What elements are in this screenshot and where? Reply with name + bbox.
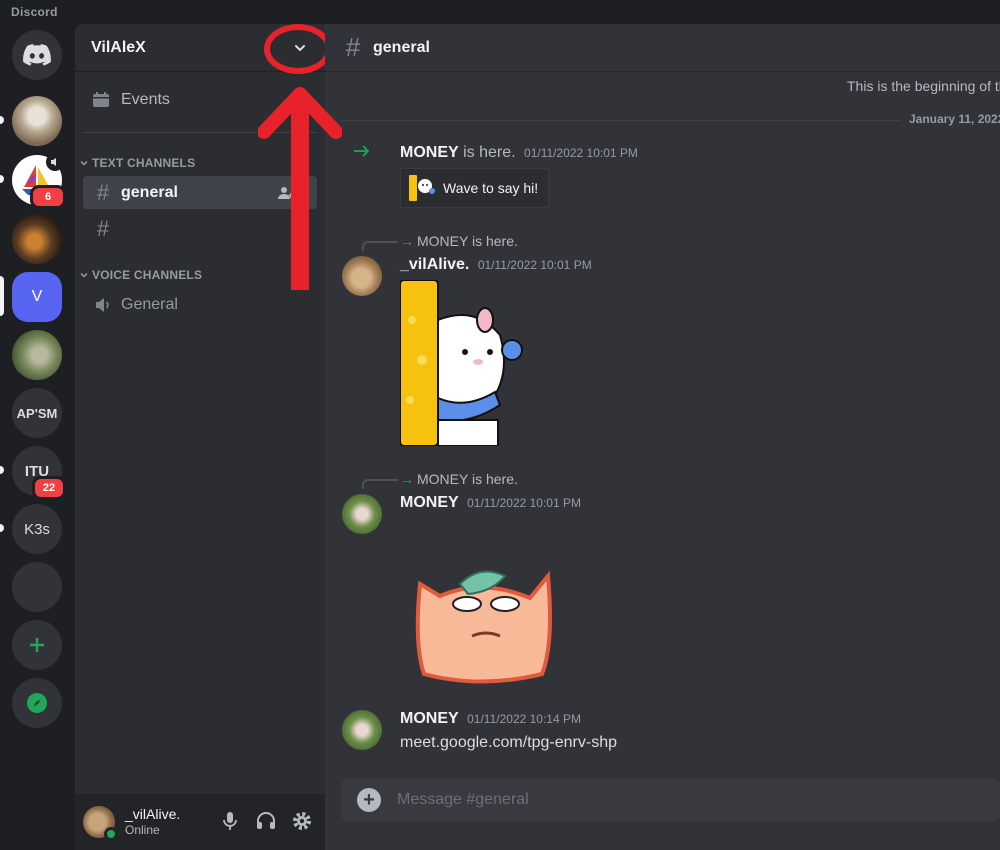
server-icon-itu[interactable]: ITU 22 [12,446,66,500]
server-icon-vilalex[interactable]: V [12,272,62,322]
server-rail: 6 V AP'SM ITU 22 K3s [0,24,75,850]
timestamp: 01/11/2022 10:14 PM [467,712,581,726]
chevron-down-icon [80,160,88,166]
timestamp: 01/11/2022 10:01 PM [524,146,638,160]
unread-pill [0,175,4,183]
category-text-channels[interactable]: TEXT CHANNELS [79,156,195,170]
annotation-arrow-icon [258,87,342,290]
explore-servers-button[interactable] [12,678,62,728]
mention-badge: 22 [32,476,66,500]
guild-name: VilAleX [91,38,146,56]
gear-icon[interactable] [291,810,313,832]
reply-spine [362,479,398,489]
category-voice-channels[interactable]: VOICE CHANNELS [79,268,202,282]
speaker-icon [46,153,64,171]
user-status: Online [125,823,160,837]
unread-pill [0,466,4,474]
join-arrow-icon: → [400,233,414,249]
channel-title: general [373,38,430,56]
wave-sticker-icon [409,175,435,201]
server-icon-5[interactable] [12,330,62,380]
online-status-dot [104,827,118,841]
app-title: Discord [11,5,58,19]
hashtag-icon: # [96,215,110,241]
calendar-icon [93,92,109,107]
guild-header[interactable]: VilAleX [75,24,332,74]
add-server-button[interactable] [12,620,62,670]
compass-icon [27,693,47,713]
chat-area: # general This is the beginning of th Ja… [325,24,1000,850]
annotation-circle [264,24,332,74]
user-avatar[interactable] [83,806,118,841]
unread-pill [0,524,4,532]
username: _vilAlive. [125,806,181,822]
join-message: MONEY is here. 01/11/2022 10:01 PM [400,144,638,162]
join-arrow-icon [353,144,371,163]
server-icon-1[interactable] [12,96,62,146]
date-divider-label: January 11, 2022 [901,112,1000,126]
channel-beginning-text: This is the beginning of th [847,78,1000,94]
events-item[interactable]: Events [91,90,170,110]
character-sticker-icon [415,570,552,684]
selected-pill [0,276,4,316]
timestamp: 01/11/2022 10:01 PM [467,496,581,510]
message-header: MONEY 01/11/2022 10:14 PM [400,710,581,728]
message-author[interactable]: MONEY [400,144,459,161]
message-text[interactable]: meet.google.com/tpg-enrv-shp [400,734,617,752]
headphones-icon[interactable] [255,810,277,832]
home-button[interactable] [12,30,62,80]
mention-badge: 6 [30,185,66,209]
server-icon-blank[interactable] [12,562,62,612]
events-label: Events [121,91,170,108]
user-avatar[interactable] [342,494,382,534]
chevron-down-icon [80,272,88,278]
plus-icon [30,638,44,652]
add-attachment-icon[interactable]: + [357,788,381,812]
hamster-sticker-icon [400,280,523,446]
message-author[interactable]: _vilAlive. [400,256,469,273]
server-icon-k3s[interactable]: K3s [12,504,62,554]
message-header: _vilAlive. 01/11/2022 10:01 PM [400,256,592,274]
server-icon-2[interactable]: 6 [12,153,66,209]
wave-label: Wave to say hi! [443,180,539,196]
discord-logo-icon [23,44,51,66]
channel-header: # general [325,24,1000,72]
server-icon-apsm[interactable]: AP'SM [12,388,62,438]
voice-channel-general[interactable]: General [83,288,317,321]
message-header: MONEY 01/11/2022 10:01 PM [400,494,581,512]
timestamp: 01/11/2022 10:01 PM [477,258,592,272]
speaker-icon [96,297,109,312]
microphone-icon[interactable] [219,810,241,832]
server-icon-3[interactable] [12,214,62,264]
join-arrow-icon: → [400,471,414,487]
reply-spine [362,241,398,251]
wave-button[interactable]: Wave to say hi! [400,168,549,208]
title-bar: Discord [0,0,1000,24]
message-reply-preview[interactable]: → MONEY is here. [362,233,518,251]
user-panel: _vilAlive. Online [75,794,325,850]
hashtag-icon: # [96,179,110,205]
hashtag-icon: # [345,32,361,62]
system-text: is here. [463,144,516,161]
user-avatar[interactable] [342,710,382,750]
user-info[interactable]: _vilAlive. Online [125,806,180,838]
message-input[interactable]: Message #general [397,791,529,809]
message-author[interactable]: MONEY [400,710,459,727]
user-avatar[interactable] [342,256,382,296]
message-composer[interactable]: + Message #general [341,778,1000,822]
unread-pill [0,116,4,124]
message-author[interactable]: MONEY [400,494,459,511]
message-reply-preview[interactable]: → MONEY is here. [362,471,518,489]
